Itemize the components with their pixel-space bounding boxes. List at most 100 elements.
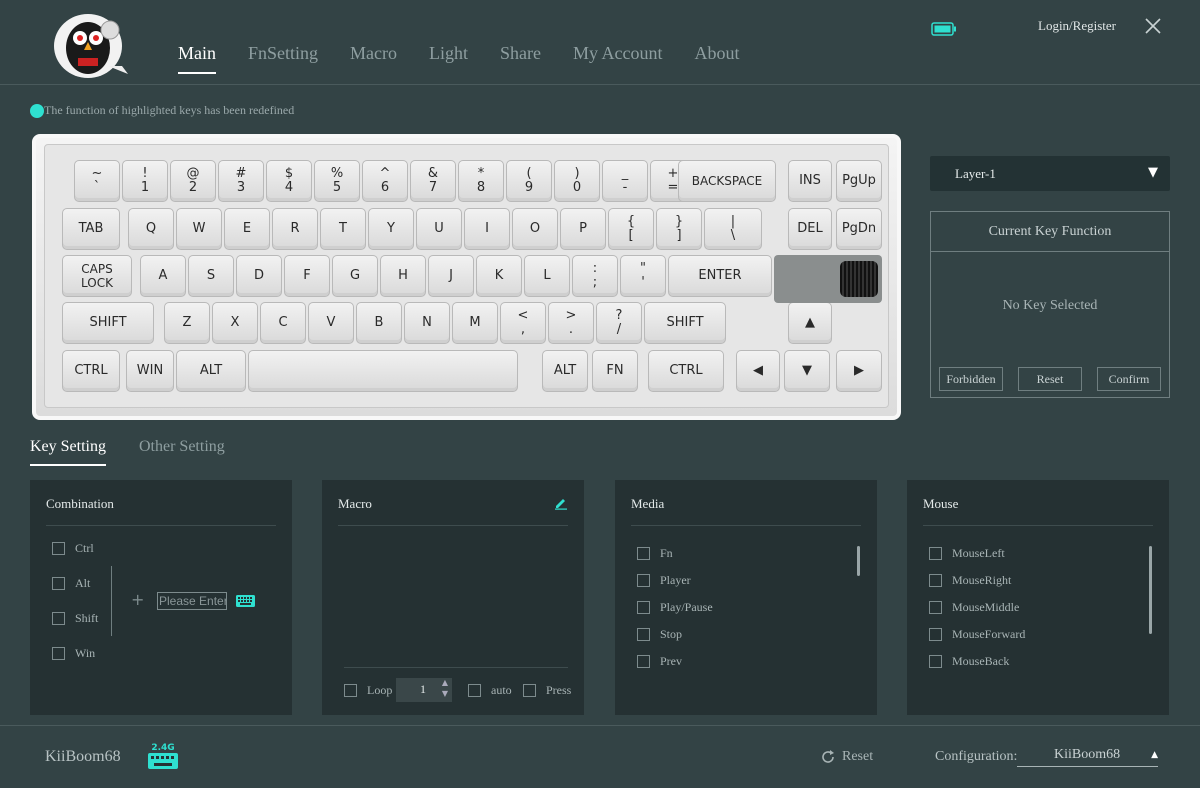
key-row3-4[interactable]: F: [284, 255, 330, 297]
nav-share[interactable]: Share: [500, 43, 541, 74]
key-row5-9[interactable]: ▶: [836, 350, 882, 392]
key-row1-5[interactable]: % 5: [314, 160, 360, 202]
key-row3-7[interactable]: J: [428, 255, 474, 297]
key-row4-3[interactable]: C: [260, 302, 306, 344]
key-row1-10[interactable]: ) 0: [554, 160, 600, 202]
key-row1-2[interactable]: @ 2: [170, 160, 216, 202]
key-row1-4[interactable]: $ 4: [266, 160, 312, 202]
tab-key-setting[interactable]: Key Setting: [30, 438, 106, 466]
mouse-item[interactable]: MouseBack: [929, 654, 1009, 669]
key-row4-4[interactable]: V: [308, 302, 354, 344]
keyboard-icon[interactable]: [236, 595, 255, 607]
media-scrollbar[interactable]: [857, 546, 860, 576]
macro-press-option[interactable]: Press: [523, 683, 571, 698]
key-row2-7[interactable]: U: [416, 208, 462, 250]
close-icon[interactable]: [1144, 17, 1162, 35]
checkbox[interactable]: [468, 684, 481, 697]
key-row4-11[interactable]: SHIFT: [644, 302, 726, 344]
combination-key-input[interactable]: [157, 592, 227, 610]
modifier-alt[interactable]: Alt: [52, 576, 90, 591]
mouse-item[interactable]: MouseForward: [929, 627, 1025, 642]
key-row2-1[interactable]: Q: [128, 208, 174, 250]
confirm-button[interactable]: Confirm: [1097, 367, 1161, 391]
key-row2-4[interactable]: R: [272, 208, 318, 250]
key-row4-5[interactable]: B: [356, 302, 402, 344]
key-row2-13[interactable]: | \: [704, 208, 762, 250]
mouse-item[interactable]: MouseLeft: [929, 546, 1005, 561]
key-row2-5[interactable]: T: [320, 208, 366, 250]
key-row3-11[interactable]: " ': [620, 255, 666, 297]
key-row1-7[interactable]: & 7: [410, 160, 456, 202]
mouse-item[interactable]: MouseMiddle: [929, 600, 1019, 615]
key-row5-2[interactable]: ALT: [176, 350, 246, 392]
key-row2-10[interactable]: P: [560, 208, 606, 250]
nav-main[interactable]: Main: [178, 43, 216, 74]
macro-auto-option[interactable]: auto: [468, 683, 512, 698]
checkbox[interactable]: [929, 628, 942, 641]
key-row5-6[interactable]: CTRL: [648, 350, 724, 392]
modifier-ctrl[interactable]: Ctrl: [52, 541, 94, 556]
key-row4-8[interactable]: < ,: [500, 302, 546, 344]
reset-key-button[interactable]: Reset: [1018, 367, 1082, 391]
nav-about[interactable]: About: [694, 43, 739, 74]
key-row2-8[interactable]: I: [464, 208, 510, 250]
key-row4-2[interactable]: X: [212, 302, 258, 344]
key-row1-6[interactable]: ^ 6: [362, 160, 408, 202]
stepper-up-icon[interactable]: ▲: [442, 678, 448, 687]
key-row3-1[interactable]: A: [140, 255, 186, 297]
key-row2-3[interactable]: E: [224, 208, 270, 250]
key-row1-14[interactable]: INS: [788, 160, 832, 202]
edit-pencil-icon[interactable]: [554, 496, 568, 510]
key-row1-3[interactable]: # 3: [218, 160, 264, 202]
key-row4-6[interactable]: N: [404, 302, 450, 344]
checkbox[interactable]: [637, 547, 650, 560]
mouse-scrollbar[interactable]: [1149, 546, 1152, 634]
key-row1-15[interactable]: PgUp: [836, 160, 882, 202]
checkbox[interactable]: [52, 542, 65, 555]
key-row3-5[interactable]: G: [332, 255, 378, 297]
loop-count-stepper[interactable]: 1 ▲ ▼: [396, 678, 452, 702]
checkbox[interactable]: [344, 684, 357, 697]
key-row3-10[interactable]: : ;: [572, 255, 618, 297]
key-row5-8[interactable]: ▼: [784, 350, 830, 392]
configuration-select[interactable]: KiiBoom68 ▲: [1017, 745, 1158, 767]
key-row4-10[interactable]: ? /: [596, 302, 642, 344]
modifier-win[interactable]: Win: [52, 646, 95, 661]
reset-all-button[interactable]: Reset: [820, 749, 873, 765]
key-row1-11[interactable]: _ -: [602, 160, 648, 202]
key-row5-3[interactable]: [248, 350, 518, 392]
checkbox[interactable]: [52, 647, 65, 660]
media-item[interactable]: Play/Pause: [637, 600, 713, 615]
nav-light[interactable]: Light: [429, 43, 468, 74]
key-row4-7[interactable]: M: [452, 302, 498, 344]
media-item[interactable]: Player: [637, 573, 691, 588]
key-row4-9[interactable]: > .: [548, 302, 594, 344]
checkbox[interactable]: [52, 612, 65, 625]
key-row4-1[interactable]: Z: [164, 302, 210, 344]
macro-loop-option[interactable]: Loop: [344, 683, 392, 698]
key-row5-1[interactable]: WIN: [126, 350, 174, 392]
key-row5-5[interactable]: FN: [592, 350, 638, 392]
key-row1-0[interactable]: ~ `: [74, 160, 120, 202]
nav-my-account[interactable]: My Account: [573, 43, 663, 74]
key-row2-12[interactable]: } ]: [656, 208, 702, 250]
checkbox[interactable]: [929, 574, 942, 587]
modifier-shift[interactable]: Shift: [52, 611, 98, 626]
key-row3-9[interactable]: L: [524, 255, 570, 297]
rotary-knob[interactable]: [774, 255, 882, 303]
key-row3-12[interactable]: ENTER: [668, 255, 772, 297]
media-item[interactable]: Prev: [637, 654, 682, 669]
key-row2-0[interactable]: TAB: [62, 208, 120, 250]
checkbox[interactable]: [929, 601, 942, 614]
key-row5-7[interactable]: ◀: [736, 350, 780, 392]
media-item[interactable]: Fn: [637, 546, 673, 561]
media-item[interactable]: Stop: [637, 627, 682, 642]
mouse-item[interactable]: MouseRight: [929, 573, 1011, 588]
key-row2-9[interactable]: O: [512, 208, 558, 250]
key-row2-15[interactable]: PgDn: [836, 208, 882, 250]
knob-dial[interactable]: [840, 261, 878, 297]
key-row1-8[interactable]: * 8: [458, 160, 504, 202]
key-row3-0[interactable]: CAPS LOCK: [62, 255, 132, 297]
key-row4-12[interactable]: ▲: [788, 302, 832, 344]
checkbox[interactable]: [637, 628, 650, 641]
